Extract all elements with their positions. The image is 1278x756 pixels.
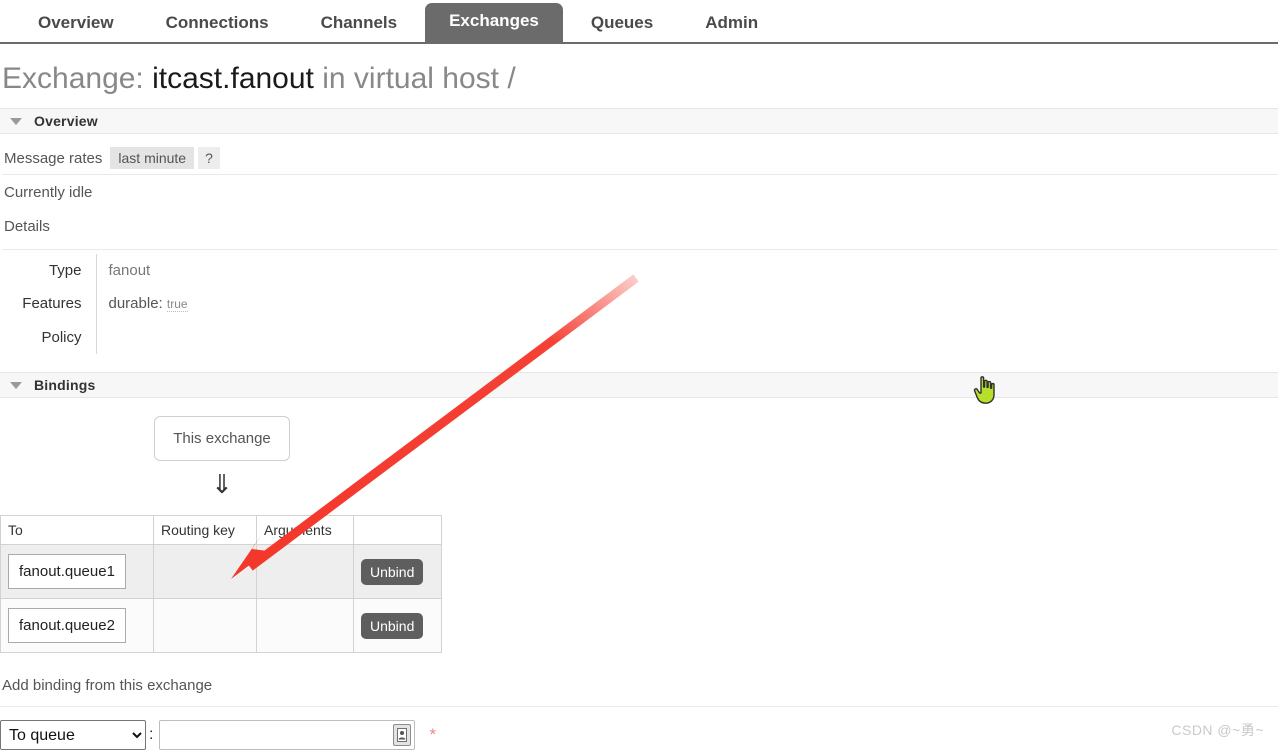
cell-action: Unbind xyxy=(353,544,442,599)
contact-picker-icon[interactable] xyxy=(393,724,412,746)
table-row: fanout.queue1 Unbind xyxy=(0,544,442,599)
overview-section-header[interactable]: Overview xyxy=(0,108,1278,134)
bindings-table-head: To Routing key Arguments xyxy=(0,515,442,545)
overview-section-label: Overview xyxy=(34,113,98,129)
page-root: Overview Connections Channels Exchanges … xyxy=(0,0,1278,750)
pointing-hand-cursor xyxy=(972,375,998,410)
message-rates-label: Message rates xyxy=(4,149,103,167)
nav-tab-channels[interactable]: Channels xyxy=(297,5,422,44)
add-binding-form: To queue To exchange : * xyxy=(0,707,1278,750)
nav-tab-admin[interactable]: Admin xyxy=(681,5,782,44)
triangle-down-icon xyxy=(10,381,22,389)
rate-period-last-minute[interactable]: last minute xyxy=(110,147,195,169)
unbind-button[interactable]: Unbind xyxy=(361,558,424,585)
details-row-features: Features durable: true xyxy=(2,287,188,321)
details-value-policy xyxy=(96,321,188,354)
csdn-watermark: CSDN @~勇~ xyxy=(1171,722,1264,738)
page-title-prefix: Exchange: xyxy=(2,62,144,95)
details-divider xyxy=(2,249,1278,250)
rates-help-icon[interactable]: ? xyxy=(198,147,220,169)
details-key-policy: Policy xyxy=(2,321,97,354)
main-navigation: Overview Connections Channels Exchanges … xyxy=(0,0,1278,44)
cell-to: fanout.queue1 xyxy=(0,544,154,599)
required-marker: * xyxy=(429,725,437,744)
column-header-arguments: Arguments xyxy=(256,515,354,545)
cell-action: Unbind xyxy=(353,598,442,653)
page-title-suffix: in virtual host / xyxy=(322,62,516,95)
cell-routing-key xyxy=(153,598,257,653)
queue-link-fanout-queue1[interactable]: fanout.queue1 xyxy=(8,554,126,589)
details-value-features: durable: true xyxy=(96,287,188,321)
form-colon: : xyxy=(149,726,154,743)
nav-tab-connections[interactable]: Connections xyxy=(142,5,293,44)
queue-link-fanout-queue2[interactable]: fanout.queue2 xyxy=(8,608,126,643)
cell-to: fanout.queue2 xyxy=(0,598,154,653)
details-row-policy: Policy xyxy=(2,321,188,354)
feature-value-durable: true xyxy=(166,297,188,312)
bindings-section-header[interactable]: Bindings xyxy=(0,372,1278,398)
details-label: Details xyxy=(4,218,50,235)
message-rates-row: Message rates last minute ? xyxy=(2,134,1278,169)
cell-arguments xyxy=(256,598,354,653)
nav-tab-queues[interactable]: Queues xyxy=(567,5,677,44)
page-title: Exchange: itcast.fanout in virtual host … xyxy=(0,44,1278,108)
unbind-button[interactable]: Unbind xyxy=(361,612,424,639)
column-header-to: To xyxy=(0,515,154,545)
exchange-details-table: Type fanout Features durable: true Polic… xyxy=(2,254,188,354)
cell-arguments xyxy=(256,544,354,599)
flow-down-arrow-icon: ⇓ xyxy=(211,469,233,499)
column-header-actions xyxy=(353,515,442,545)
bindings-section-label: Bindings xyxy=(34,377,96,393)
details-row-type: Type fanout xyxy=(2,254,188,287)
bindings-section-body: This exchange ⇓ To Routing key Arguments… xyxy=(0,398,1278,750)
this-exchange-node[interactable]: This exchange xyxy=(154,416,290,461)
details-key-type: Type xyxy=(2,254,97,287)
overview-section-body: Message rates last minute ? Currently id… xyxy=(0,134,1278,354)
details-key-features: Features xyxy=(2,287,97,321)
bindings-table-body: fanout.queue1 Unbind fanout.queue2 Unbin… xyxy=(0,544,442,653)
table-row: fanout.queue2 Unbind xyxy=(0,598,442,653)
triangle-down-icon xyxy=(10,117,22,125)
nav-tab-overview[interactable]: Overview xyxy=(14,5,138,44)
currently-idle-text: Currently idle xyxy=(4,184,93,201)
destination-input-wrap xyxy=(159,720,416,750)
destination-input[interactable] xyxy=(159,720,416,750)
column-header-routing-key: Routing key xyxy=(153,515,257,545)
destination-type-select[interactable]: To queue To exchange xyxy=(0,720,146,750)
details-value-type: fanout xyxy=(108,262,151,279)
nav-tab-list: Overview Connections Channels Exchanges … xyxy=(0,0,784,44)
feature-name-durable: durable: xyxy=(108,295,163,312)
bindings-table: To Routing key Arguments fanout.queue1 U… xyxy=(0,515,442,653)
nav-tab-exchanges[interactable]: Exchanges xyxy=(425,3,563,44)
cell-routing-key xyxy=(153,544,257,599)
add-binding-label: Add binding from this exchange xyxy=(2,677,213,694)
page-title-exchange-name: itcast.fanout xyxy=(152,62,314,95)
bindings-header-row: To Routing key Arguments xyxy=(0,515,442,545)
